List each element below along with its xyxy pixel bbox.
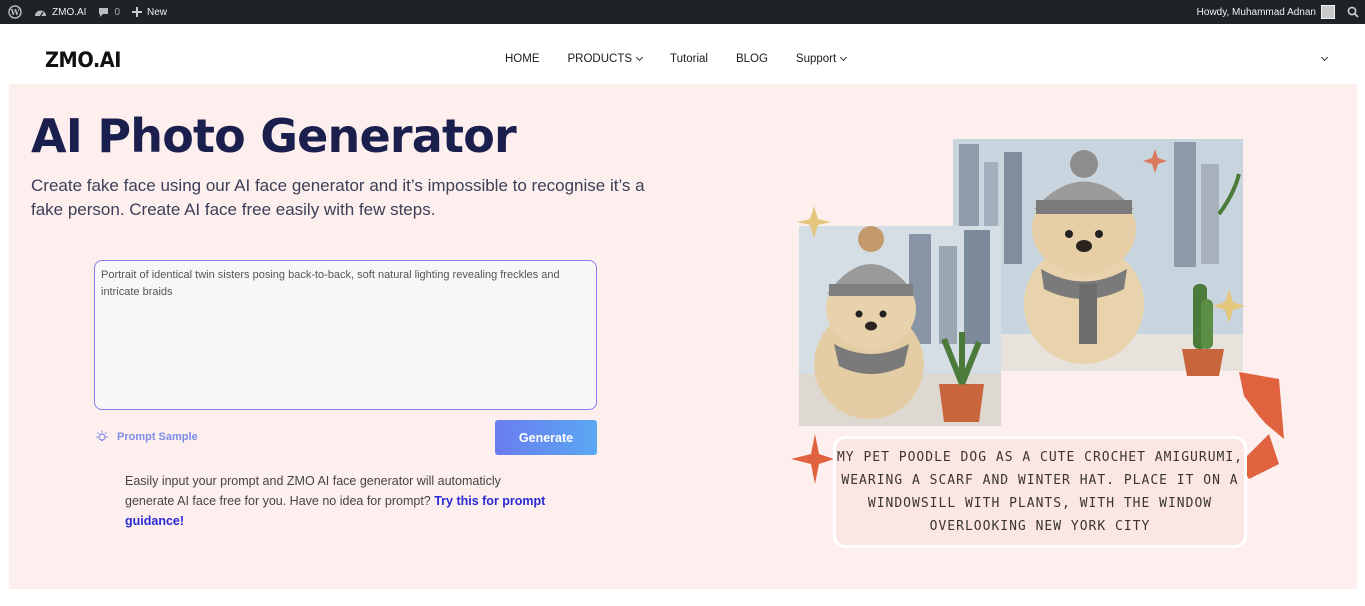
nav-label: Support [795,53,837,65]
nav-label: Tutorial [670,53,708,65]
lightbulb-icon [96,430,108,442]
language-chevron-down-icon[interactable] [1320,53,1329,62]
nav-label: PRODUCTS [567,53,633,65]
svg-text:W: W [10,7,21,17]
account-menu[interactable]: Howdy, Muhammad Adnan [1191,0,1341,24]
site-header: ZMO.AI HOME PRODUCTS Tutorial BLOG Suppo… [0,24,1365,84]
nav-item-home[interactable]: HOME [505,53,540,65]
poodle-photo-small [799,226,1001,426]
plus-icon [132,7,143,17]
site-name-link[interactable]: ZMO.AI [28,0,92,24]
nav-item-products[interactable]: PRODUCTS [567,53,644,65]
main-nav: HOME PRODUCTS Tutorial BLOG Support [505,53,874,65]
prompt-sample-label: Prompt Sample [117,431,198,443]
prompt-input[interactable]: Portrait of identical twin sisters posin… [94,260,597,410]
search-icon [1347,6,1359,18]
site-logo[interactable]: ZMO.AI [45,48,121,72]
page-title: AI Photo Generator [31,109,517,163]
sparkle-icon [791,434,834,484]
help-text: Easily input your prompt and ZMO AI face… [125,471,550,531]
chevron-down-icon [635,53,644,62]
nav-item-blog[interactable]: BLOG [736,53,768,65]
chevron-down-icon [840,53,848,62]
new-content-link[interactable]: New [126,0,173,24]
avatar [1321,5,1335,19]
wp-admin-bar: W ZMO.AI 0 New Howdy, Muhammad Adnan [0,0,1365,24]
comments-link[interactable]: 0 [92,0,126,24]
nav-item-support[interactable]: Support [795,53,848,65]
howdy-greeting: Howdy, Muhammad Adnan [1196,6,1316,18]
prompt-sample-button[interactable]: Prompt Sample [95,430,198,444]
admin-search-button[interactable] [1341,0,1365,24]
comments-count: 0 [114,6,121,18]
page-subtitle: Create fake face using our AI face gener… [31,176,645,219]
new-label: New [147,6,168,18]
nav-label: HOME [505,53,540,65]
illustration-caption: MY PET POODLE DOG AS A CUTE CROCHET AMIG… [833,436,1247,548]
comment-icon [99,7,109,17]
nav-label: BLOG [735,53,768,65]
arrow-icon [1239,372,1284,439]
site-name: ZMO.AI [52,6,87,18]
dashboard-icon [35,10,46,16]
generate-button[interactable]: Generate [495,420,597,455]
hero-section: AI Photo Generator Create fake face usin… [9,84,1357,589]
wordpress-logo-icon[interactable]: W [2,0,28,24]
nav-item-tutorial[interactable]: Tutorial [670,53,708,65]
